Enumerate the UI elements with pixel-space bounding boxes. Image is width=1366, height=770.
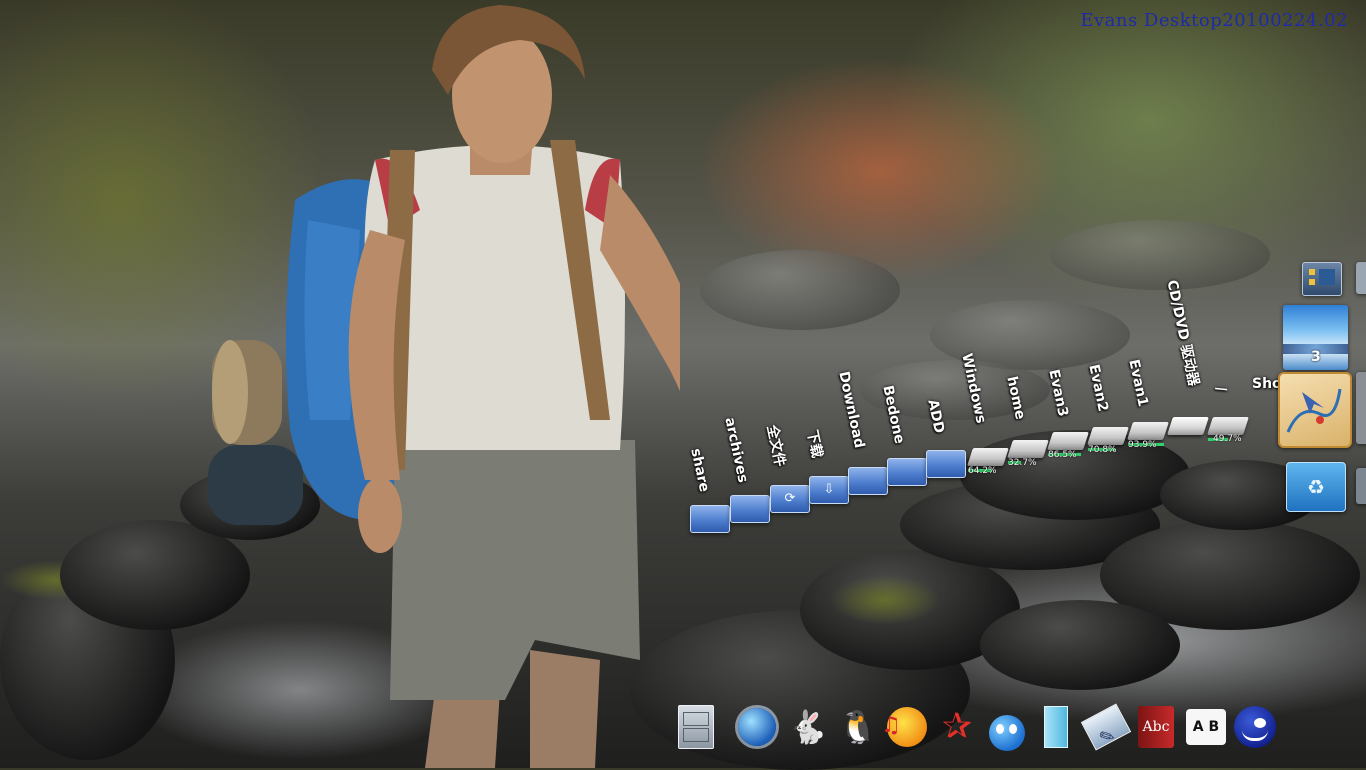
evan2-drive-icon[interactable] — [1087, 427, 1129, 445]
window-icon[interactable] — [1034, 704, 1078, 750]
wallpaper-hiker — [208, 5, 680, 768]
partial-tile — [1356, 262, 1366, 294]
file-cabinet-icon[interactable] — [674, 704, 718, 750]
windows-usage: 64.2% — [968, 466, 997, 476]
evan1-usage: 93.9% — [1128, 440, 1157, 450]
bedone-folder-icon[interactable] — [887, 458, 927, 486]
shelf-label-root: / — [1212, 385, 1230, 394]
shelf-label-evan1: Evan1 — [1125, 358, 1151, 409]
shortcuts-map-icon[interactable] — [1278, 372, 1352, 448]
quill-icon[interactable]: ✎ — [1080, 703, 1132, 751]
recycle-bin-icon[interactable]: ♻ — [1286, 462, 1346, 512]
evan2-usage: 70.8% — [1088, 445, 1117, 455]
shelf-label-archives: archives — [721, 416, 751, 485]
shelf-label-evan2: Evan2 — [1085, 363, 1111, 414]
workspace-preview[interactable]: 3 — [1283, 305, 1348, 370]
map-icon — [1286, 388, 1342, 433]
downloads-cn-folder-icon[interactable]: ⇩ — [809, 476, 849, 504]
archives-folder-icon[interactable] — [730, 495, 770, 523]
messenger-icon[interactable] — [985, 704, 1029, 751]
translator-icon[interactable]: A B — [1184, 704, 1228, 750]
globe-icon[interactable] — [735, 704, 779, 750]
shelf-label-sync: 全文件 — [763, 423, 788, 469]
dictionary-icon-label: Abc — [1142, 719, 1170, 735]
workspace-number: 3 — [1311, 349, 1321, 365]
rabbit-icon[interactable]: 🐇 — [786, 704, 830, 750]
add-folder-icon[interactable] — [926, 450, 966, 478]
root-usage: 49.7% — [1213, 434, 1242, 444]
music-player-icon[interactable]: ♫ — [881, 704, 929, 750]
star-icon[interactable]: ✰ — [935, 704, 979, 750]
shelf-label-share: share — [687, 447, 713, 494]
windows-drive-icon[interactable] — [967, 448, 1009, 466]
download-folder-icon[interactable] — [848, 467, 888, 495]
shelf-label-evan3: Evan3 — [1045, 368, 1071, 419]
translator-icon-label: A B — [1192, 719, 1220, 735]
home-usage: 32.7% — [1008, 458, 1037, 468]
root-drive-icon[interactable] — [1207, 417, 1249, 435]
sync-folder-icon[interactable]: ⟳ — [770, 485, 810, 513]
evan3-usage: 86.5% — [1048, 450, 1077, 460]
desktop-watermark: Evans Desktop20100224.02 — [1080, 10, 1348, 31]
home-drive-icon[interactable] — [1007, 440, 1049, 458]
evan3-drive-icon[interactable] — [1047, 432, 1089, 450]
cdrom-drive-icon[interactable] — [1167, 417, 1209, 435]
smiley-icon[interactable] — [1233, 704, 1277, 750]
partial-tile — [1356, 372, 1366, 444]
workspace-switcher-icon[interactable] — [1302, 262, 1342, 296]
penguin-icon[interactable]: 🐧 — [836, 704, 880, 750]
recycle-symbol-icon: ♻ — [1307, 475, 1325, 499]
shelf-label-downloads-cn: 下载 — [803, 428, 825, 460]
shelf-label-cdrom: CD/DVD 驱动器 — [1163, 278, 1202, 388]
partial-tile — [1356, 468, 1366, 504]
evan1-drive-icon[interactable] — [1127, 422, 1169, 440]
dictionary-icon[interactable]: Abc — [1134, 704, 1178, 750]
share-folder-icon[interactable] — [690, 505, 730, 533]
